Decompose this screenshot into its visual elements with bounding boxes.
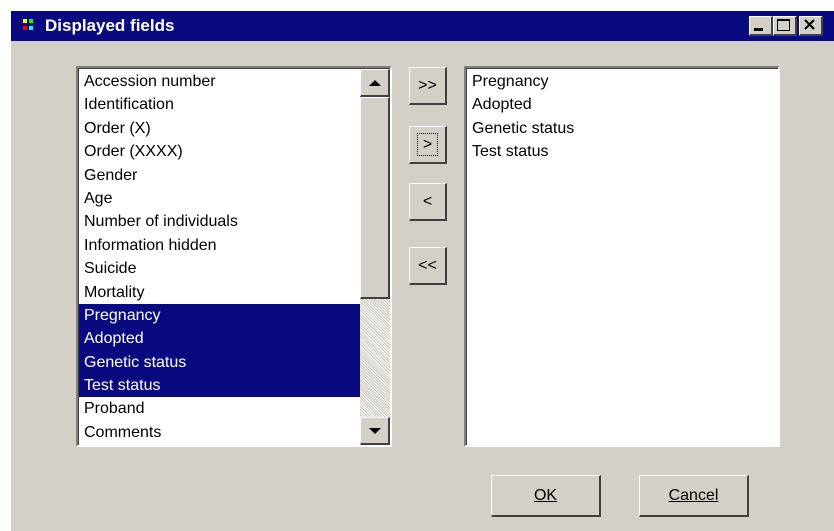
- available-field-item[interactable]: Identification: [79, 93, 360, 116]
- available-field-item[interactable]: Mortality: [79, 281, 360, 304]
- title-bar[interactable]: Displayed fields: [11, 11, 834, 41]
- remove-all-label: <<: [418, 257, 437, 274]
- displayed-field-item[interactable]: Pregnancy: [467, 70, 778, 93]
- cancel-button[interactable]: Cancel: [639, 475, 749, 517]
- ok-label: OK: [533, 487, 558, 504]
- available-field-item[interactable]: Adopted: [79, 327, 360, 351]
- available-field-item[interactable]: Comments: [79, 421, 360, 444]
- available-field-item[interactable]: Test status: [79, 374, 360, 398]
- available-field-item[interactable]: Order (XXXX): [79, 140, 360, 163]
- displayed-field-item[interactable]: Adopted: [467, 93, 778, 116]
- app-icon: [23, 19, 37, 33]
- displayed-field-item[interactable]: Genetic status: [467, 117, 778, 140]
- minimize-button[interactable]: [749, 16, 773, 36]
- displayed-fields-dialog: Displayed fields Accession number Identif…: [10, 10, 834, 531]
- available-field-item[interactable]: Gender: [79, 164, 360, 187]
- add-all-label: >>: [418, 77, 437, 94]
- displayed-fields-list[interactable]: Pregnancy Adopted Genetic status Test statu…: [464, 66, 780, 447]
- scroll-thumb[interactable]: [360, 97, 390, 299]
- available-list-scrollbar[interactable]: [360, 69, 390, 445]
- cancel-label: Cancel: [668, 487, 719, 504]
- minimize-icon: [754, 28, 763, 31]
- window-title: Displayed fields: [45, 16, 175, 35]
- remove-label: <: [422, 193, 433, 210]
- remove-button[interactable]: <: [409, 183, 447, 221]
- maximize-button[interactable]: [773, 16, 797, 36]
- available-field-item[interactable]: Proband: [79, 397, 360, 420]
- close-icon: [804, 19, 815, 30]
- scroll-down-icon: [369, 428, 381, 434]
- scroll-up-button[interactable]: [360, 69, 390, 97]
- add-label: >: [416, 133, 439, 156]
- available-fields-list[interactable]: Accession number Identification Order (X) O…: [76, 66, 392, 447]
- scroll-up-icon: [369, 80, 381, 86]
- scroll-down-button[interactable]: [360, 417, 390, 445]
- add-all-button[interactable]: >>: [409, 67, 447, 105]
- available-field-item[interactable]: Genetic status: [79, 350, 360, 375]
- available-field-item[interactable]: Suicide: [79, 257, 360, 280]
- displayed-field-item[interactable]: Test status: [467, 140, 778, 163]
- add-button[interactable]: >: [409, 126, 447, 164]
- close-button[interactable]: [799, 16, 823, 36]
- available-field-item[interactable]: Pregnancy: [79, 303, 360, 328]
- maximize-icon: [777, 19, 790, 31]
- available-field-item[interactable]: Information hidden: [79, 234, 360, 257]
- ok-button[interactable]: OK: [491, 475, 601, 517]
- available-field-item[interactable]: Number of individuals: [79, 210, 360, 233]
- available-field-item[interactable]: Age: [79, 187, 360, 210]
- available-field-item[interactable]: Accession number: [79, 70, 360, 93]
- remove-all-button[interactable]: <<: [409, 247, 447, 285]
- available-field-item[interactable]: Order (X): [79, 117, 360, 140]
